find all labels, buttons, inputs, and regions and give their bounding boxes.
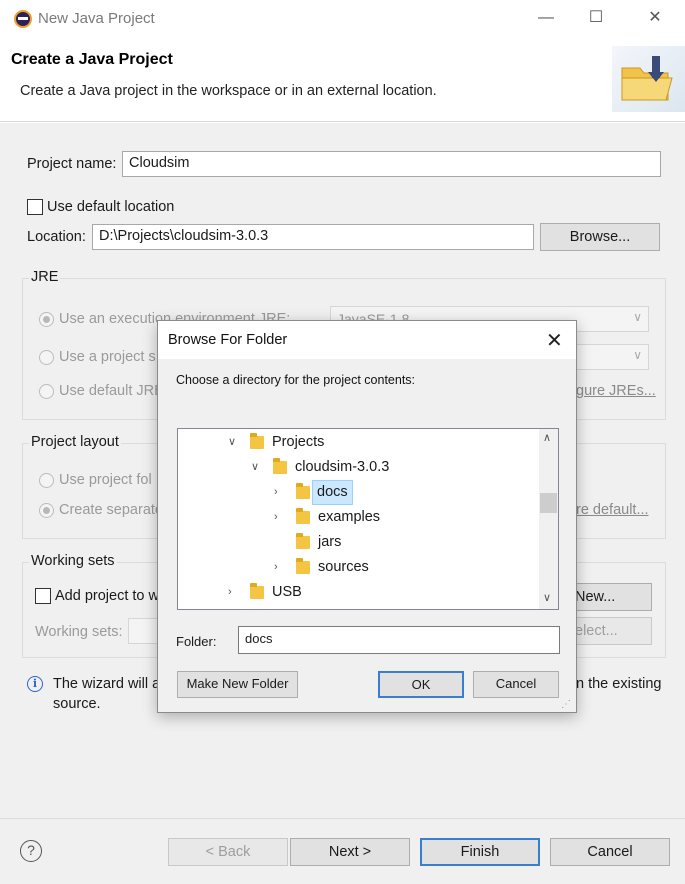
select-working-set-button[interactable]: elect...: [572, 617, 652, 645]
jre-exec-env-radio[interactable]: [39, 312, 54, 327]
make-new-folder-button[interactable]: Make New Folder: [177, 671, 298, 698]
working-sets-select[interactable]: [128, 618, 160, 644]
dialog-ok-button[interactable]: OK: [378, 671, 464, 698]
page-description: Create a Java project in the workspace o…: [20, 83, 437, 99]
resize-grip-icon[interactable]: ⋰: [561, 699, 571, 710]
scroll-down-icon[interactable]: ∨: [543, 591, 551, 604]
tree-item-examples[interactable]: › examples: [178, 505, 538, 530]
scroll-up-icon[interactable]: ∧: [543, 431, 551, 444]
chevron-right-icon[interactable]: ›: [274, 505, 278, 530]
tree-item-docs[interactable]: › docs: [178, 480, 538, 505]
folder-icon: [273, 458, 287, 474]
back-button[interactable]: < Back: [168, 838, 288, 866]
chevron-right-icon[interactable]: ›: [274, 480, 278, 505]
wizard-header: Create a Java Project Create a Java proj…: [0, 38, 685, 122]
folder-banner-icon: [612, 46, 685, 112]
page-title: Create a Java Project: [11, 51, 173, 68]
folder-icon: [296, 558, 310, 574]
add-to-working-set-label: Add project to w: [55, 588, 159, 604]
use-default-location-checkbox[interactable]: [27, 199, 43, 215]
info-text-left: The wizard will a: [53, 676, 161, 692]
cancel-button[interactable]: Cancel: [550, 838, 670, 866]
scrollbar-thumb[interactable]: [540, 493, 557, 513]
tree-item-sources[interactable]: › sources: [178, 555, 538, 580]
tree-scrollbar[interactable]: ∧ ∨: [539, 429, 558, 609]
window-title: New Java Project: [38, 10, 155, 27]
folder-icon: [250, 583, 264, 599]
minimize-icon[interactable]: —: [536, 8, 556, 28]
chevron-down-icon[interactable]: ∨: [251, 455, 259, 480]
project-jre-select[interactable]: ∨: [576, 344, 649, 370]
working-sets-title: Working sets: [29, 553, 117, 569]
finish-button[interactable]: Finish: [420, 838, 540, 866]
browse-folder-dialog: Browse For Folder ✕ Choose a directory f…: [157, 320, 577, 713]
tree-item-label: docs: [312, 480, 353, 505]
footer-divider: [0, 818, 685, 819]
configure-default-link[interactable]: re default...: [576, 502, 649, 518]
maximize-icon[interactable]: ☐: [586, 8, 606, 28]
jre-project-specific-radio[interactable]: [39, 350, 54, 365]
folder-icon: [296, 533, 310, 549]
tree-item-label: cloudsim-3.0.3: [295, 459, 390, 475]
location-label: Location:: [27, 229, 86, 245]
jre-project-specific-label: Use a project s: [59, 349, 156, 365]
window-titlebar: New Java Project — ☐ ✕: [0, 0, 685, 38]
help-icon[interactable]: ?: [20, 840, 42, 862]
tree-item-label: sources: [318, 559, 369, 575]
layout-separate-radio[interactable]: [39, 503, 54, 518]
folder-icon: [296, 508, 310, 524]
working-sets-label: Working sets:: [35, 624, 123, 640]
dialog-title: Browse For Folder: [168, 332, 288, 348]
folder-input[interactable]: docs: [238, 626, 560, 654]
layout-project-folder-radio[interactable]: [39, 473, 54, 488]
folder-tree[interactable]: ∨ Projects ∨ cloudsim-3.0.3 › docs › exa…: [177, 428, 559, 610]
chevron-down-icon[interactable]: ∨: [228, 430, 236, 455]
dialog-instruction: Choose a directory for the project conte…: [176, 373, 416, 387]
use-default-location-label: Use default location: [47, 199, 175, 215]
info-icon: i: [27, 676, 43, 692]
configure-jres-link[interactable]: gure JREs...: [576, 383, 656, 399]
chevron-right-icon[interactable]: ›: [228, 580, 232, 605]
folder-label: Folder:: [176, 634, 217, 649]
dialog-close-icon[interactable]: ✕: [546, 328, 563, 353]
tree-item-jars[interactable]: jars: [178, 530, 538, 555]
jre-default-label: Use default JRE: [59, 383, 164, 399]
add-to-working-set-checkbox[interactable]: [35, 588, 51, 604]
tree-item-usb[interactable]: › USB: [178, 580, 538, 605]
jre-group-title: JRE: [29, 269, 61, 285]
dialog-cancel-button[interactable]: Cancel: [473, 671, 559, 698]
project-name-input[interactable]: Cloudsim: [122, 151, 661, 177]
eclipse-icon: [14, 10, 32, 28]
tree-item-label: jars: [318, 534, 342, 550]
chevron-down-icon: ∨: [633, 310, 642, 324]
close-icon[interactable]: ✕: [645, 8, 665, 28]
project-name-label: Project name:: [27, 156, 117, 172]
layout-project-folder-label: Use project fol: [59, 472, 152, 488]
dialog-titlebar: Browse For Folder ✕: [158, 321, 576, 359]
chevron-down-icon: ∨: [633, 348, 642, 362]
location-input[interactable]: D:\Projects\cloudsim-3.0.3: [92, 224, 534, 250]
folder-icon: [296, 483, 310, 499]
project-layout-title: Project layout: [29, 434, 121, 450]
tree-item-label: USB: [272, 584, 302, 600]
chevron-right-icon[interactable]: ›: [274, 555, 278, 580]
browse-button[interactable]: Browse...: [540, 223, 660, 251]
info-text-right: n the existing: [576, 676, 662, 692]
jre-default-radio[interactable]: [39, 384, 54, 399]
info-text-line2: source.: [53, 696, 101, 712]
tree-item-label: Projects: [272, 434, 325, 450]
tree-item-label: examples: [318, 509, 381, 525]
layout-separate-label: Create separate: [59, 502, 163, 518]
new-working-set-button[interactable]: New...: [572, 583, 652, 611]
folder-icon: [250, 433, 264, 449]
next-button[interactable]: Next >: [290, 838, 410, 866]
tree-item-projects[interactable]: ∨ Projects: [178, 430, 538, 455]
tree-item-cloudsim[interactable]: ∨ cloudsim-3.0.3: [178, 455, 538, 480]
